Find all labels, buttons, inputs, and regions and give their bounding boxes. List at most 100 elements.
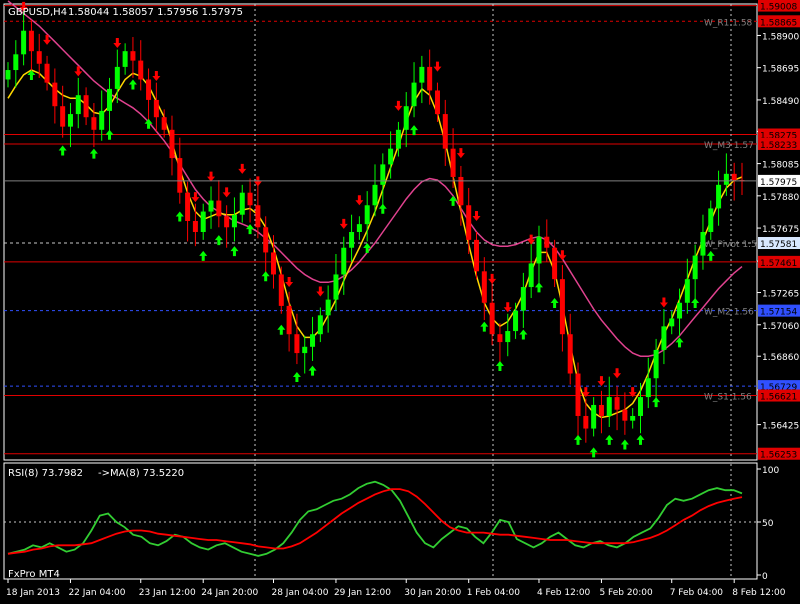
candle-body-23 — [185, 192, 191, 221]
level-badge-text-5: 1.57461 — [760, 259, 797, 269]
chart-window: W_R1 1.58 W_M3 1.57 W_Pivot 1.5 W_M2 1.56 W_… — [0, 0, 800, 600]
candle-body-78 — [614, 397, 620, 410]
candle-body-63 — [497, 334, 503, 343]
candle-body-24 — [192, 220, 198, 232]
candle-body-48 — [380, 164, 386, 185]
time-tick-label-11: 8 Feb 12:00 — [732, 588, 786, 598]
candle-body-13 — [107, 88, 113, 111]
level-label-3: W_M3 1.57 — [704, 141, 754, 151]
candle-body-70 — [552, 247, 558, 280]
level-badge-text-3: 1.58233 — [760, 141, 797, 151]
candle-body-80 — [630, 415, 636, 421]
level-label-4: W_Pivot 1.5 — [704, 240, 757, 250]
current-price-text: 1.57975 — [760, 178, 797, 188]
candle-body-41 — [325, 299, 331, 316]
level-label-0: W_R1 1.58 — [704, 18, 753, 28]
candle-body-45 — [356, 224, 362, 232]
ohlc-readout: 1.58044 1.58057 1.57956 1.57975 — [68, 7, 243, 18]
broker-label: FxPro MT4 — [8, 569, 60, 580]
candle-body-49 — [388, 148, 394, 165]
price-tick-label-2: 1.56860 — [762, 353, 799, 363]
candle-body-65 — [513, 310, 519, 332]
candle-body-11 — [91, 117, 97, 130]
level-badge-text-1: 1.59008 — [760, 3, 797, 13]
time-tick-label-2: 23 Jan 12:00 — [139, 588, 196, 598]
candle-body-93 — [731, 173, 737, 181]
candle-body-27 — [216, 200, 222, 217]
candle-body-73 — [575, 373, 581, 416]
chart-canvas[interactable]: W_R1 1.58 W_M3 1.57 W_Pivot 1.5 W_M2 1.56 W_… — [0, 0, 800, 600]
time-tick-label-5: 29 Jan 12:00 — [334, 588, 391, 598]
time-tick-label-9: 5 Feb 20:00 — [599, 588, 653, 598]
level-label-8: W_S1 1.56 — [704, 393, 752, 403]
candle-body-32 — [255, 205, 261, 228]
candle-body-30 — [239, 192, 245, 215]
candle-body-88 — [692, 255, 698, 280]
candle-body-68 — [536, 236, 542, 264]
time-tick-label-1: 22 Jan 04:00 — [68, 588, 125, 598]
rsi-tick-label-1: 50 — [762, 519, 774, 529]
candle-body-67 — [528, 263, 534, 288]
level-badge-text-0: 1.58865 — [760, 18, 797, 28]
price-tick-label-11: 1.58695 — [762, 65, 799, 75]
candle-body-91 — [716, 184, 722, 209]
level-badge-text-8: 1.56621 — [760, 393, 797, 403]
candle-body-55 — [434, 90, 440, 115]
candle-body-2 — [21, 30, 27, 55]
candle-body-43 — [341, 247, 347, 275]
price-tick-label-12: 1.58900 — [762, 32, 799, 42]
candle-body-61 — [481, 271, 487, 303]
level-badge-text-4: 1.57581 — [760, 240, 797, 250]
candle-body-53 — [419, 66, 425, 83]
candle-body-33 — [263, 227, 269, 253]
candle-body-18 — [146, 79, 152, 100]
candle-body-90 — [708, 208, 714, 232]
candle-body-79 — [622, 409, 628, 421]
candle-body-4 — [36, 51, 42, 64]
time-tick-label-10: 7 Feb 04:00 — [670, 588, 724, 598]
candle-body-76 — [598, 404, 604, 416]
candle-body-82 — [645, 378, 651, 398]
candle-body-10 — [83, 95, 89, 118]
candle-body-46 — [364, 205, 370, 225]
candle-body-85 — [669, 318, 675, 327]
time-tick-label-6: 30 Jan 20:00 — [404, 588, 461, 598]
candle-body-84 — [661, 326, 667, 350]
time-tick-label-7: 1 Feb 04:00 — [467, 588, 521, 598]
candle-body-6 — [52, 82, 58, 107]
candle-body-57 — [450, 148, 456, 177]
rsi-tick-label-2: 100 — [762, 466, 779, 476]
candle-body-72 — [567, 334, 573, 374]
level-badge-text-6: 1.57154 — [760, 308, 797, 318]
candle-body-40 — [317, 315, 323, 335]
rsi-ma-label: ->MA(8) 73.5220 — [98, 468, 184, 479]
time-tick-label-8: 4 Feb 12:00 — [537, 588, 591, 598]
candle-body-71 — [559, 279, 565, 335]
candle-body-3 — [28, 30, 34, 52]
price-tick-label-10: 1.58490 — [762, 97, 799, 107]
candle-body-74 — [583, 415, 589, 429]
price-tick-label-3: 1.57060 — [762, 322, 799, 332]
candle-body-15 — [122, 51, 128, 67]
candle-body-92 — [723, 173, 729, 185]
symbol-label: GBPUSD,H4 — [8, 7, 67, 18]
candle-body-1 — [13, 54, 19, 71]
rsi-label: RSI(8) 73.7982 — [8, 468, 83, 479]
candle-body-7 — [60, 106, 66, 127]
candle-body-83 — [653, 349, 659, 379]
candle-body-54 — [427, 66, 433, 91]
time-tick-label-4: 28 Jan 04:00 — [271, 588, 328, 598]
candle-body-22 — [177, 158, 183, 193]
candle-body-19 — [153, 99, 159, 118]
candle-body-12 — [99, 110, 105, 130]
price-tick-label-7: 1.57880 — [762, 193, 799, 203]
candle-body-16 — [130, 51, 136, 61]
candle-body-34 — [270, 252, 276, 275]
candle-body-29 — [231, 214, 237, 228]
candle-body-51 — [403, 106, 409, 130]
candle-body-37 — [294, 334, 300, 354]
candle-body-69 — [544, 236, 550, 248]
candle-body-38 — [302, 346, 308, 354]
rsi-tick-label-0: 0 — [762, 572, 768, 582]
candle-body-66 — [520, 287, 526, 311]
